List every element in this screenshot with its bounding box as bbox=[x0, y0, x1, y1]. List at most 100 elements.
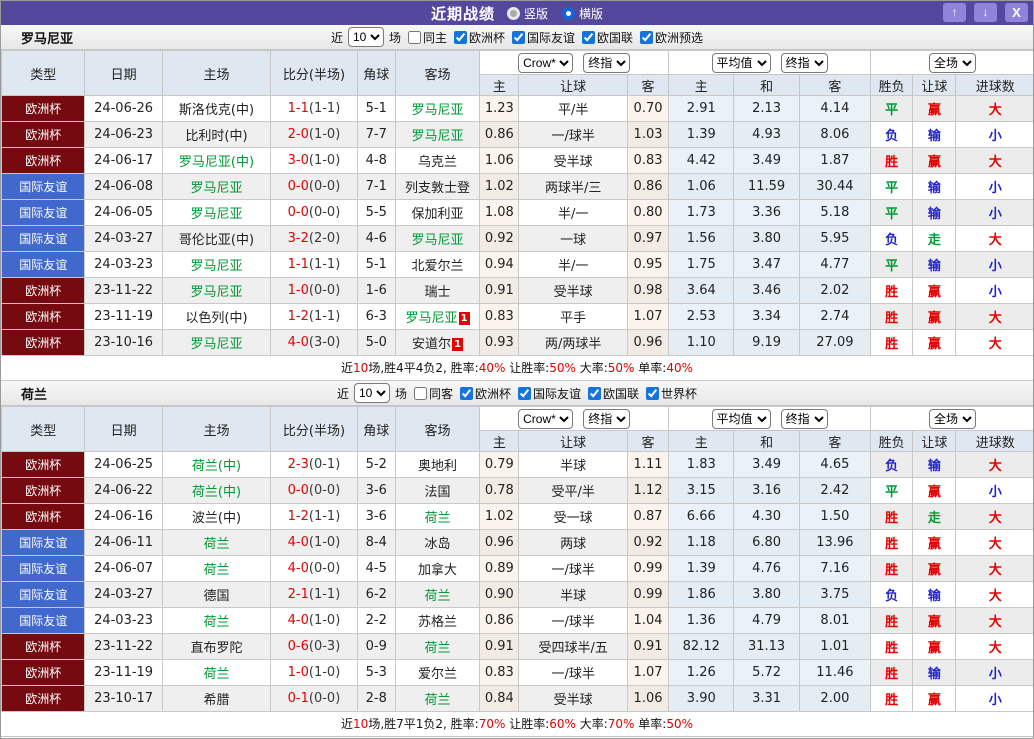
summary-text: 10 bbox=[353, 361, 369, 375]
league-option[interactable]: 欧国联 bbox=[578, 29, 633, 46]
title-bar: 近期战绩 竖版 横版 ↑ ↓ X bbox=[1, 1, 1033, 25]
avg-away-cell: 1.87 bbox=[798, 147, 872, 174]
score-cell: 4-0(0-0) bbox=[270, 555, 358, 582]
scope-select[interactable]: 全场 bbox=[929, 408, 977, 429]
league-option[interactable]: 国际友谊 bbox=[508, 29, 575, 46]
average-time-select[interactable]: 终指 bbox=[780, 52, 828, 73]
league-checkbox[interactable] bbox=[512, 30, 525, 44]
league-cell: 欧洲杯 bbox=[1, 147, 86, 174]
league-checkbox[interactable] bbox=[518, 386, 531, 400]
home-odds-cell: 0.96 bbox=[479, 529, 520, 556]
avg-draw-cell: 6.80 bbox=[733, 529, 800, 556]
handicap-cell: 受四球半/五 bbox=[518, 633, 628, 660]
same-venue-checkbox[interactable] bbox=[407, 30, 421, 44]
match-count-select[interactable]: 10 bbox=[353, 383, 390, 403]
league-label: 欧洲杯 bbox=[468, 30, 505, 45]
result-cell: 胜 bbox=[870, 633, 914, 660]
avg-home-cell: 3.64 bbox=[668, 277, 735, 304]
league-cell: 欧洲杯 bbox=[1, 685, 86, 712]
avg-draw-cell: 9.19 bbox=[733, 329, 800, 356]
league-cell: 国际友谊 bbox=[1, 581, 86, 608]
handicap-result-cell: 赢 bbox=[912, 633, 957, 660]
score-cell: 4-0(3-0) bbox=[270, 329, 358, 356]
scope-select[interactable]: 全场 bbox=[929, 52, 977, 73]
date-cell: 24-06-23 bbox=[84, 121, 163, 148]
match-count-select[interactable]: 10 bbox=[347, 27, 384, 47]
avg-home-cell: 1.10 bbox=[668, 329, 735, 356]
league-option[interactable]: 欧洲预选 bbox=[636, 29, 703, 46]
avg-draw-cell: 3.36 bbox=[733, 199, 800, 226]
home-odds-cell: 0.79 bbox=[479, 451, 520, 478]
average-time-select[interactable]: 终指 bbox=[780, 408, 828, 429]
league-checkbox[interactable] bbox=[646, 386, 660, 400]
home-odds-cell: 0.91 bbox=[479, 277, 520, 304]
summary-text: 40% bbox=[666, 361, 693, 375]
avg-away-cell: 30.44 bbox=[798, 173, 872, 200]
bookmaker-select[interactable]: Crow* bbox=[518, 408, 574, 429]
match-row: 欧洲杯 24-06-23 比利时(中) 2-0(1-0) 7-7 罗马尼亚 0.86 一/球半… bbox=[1, 121, 1033, 148]
league-label: 国际友谊 bbox=[533, 386, 582, 401]
league-checkbox[interactable] bbox=[640, 30, 654, 44]
avg-home-cell: 1.39 bbox=[668, 555, 735, 582]
col-goals: 进球数 bbox=[955, 74, 1033, 96]
league-checkbox[interactable] bbox=[459, 386, 473, 400]
score-cell: 1-1(1-1) bbox=[270, 95, 358, 122]
league-option[interactable]: 欧洲杯 bbox=[450, 29, 505, 46]
goals-result-cell: 大 bbox=[955, 95, 1033, 122]
same-venue-option[interactable]: 同主 bbox=[404, 29, 447, 46]
avg-draw-cell: 3.46 bbox=[733, 277, 800, 304]
away-odds-cell: 1.04 bbox=[626, 607, 670, 634]
league-checkbox[interactable] bbox=[582, 30, 596, 44]
bookmaker-select[interactable]: Crow* bbox=[518, 52, 574, 73]
league-option[interactable]: 世界杯 bbox=[642, 385, 697, 402]
summary-text: 70% bbox=[478, 717, 506, 731]
league-cell: 国际友谊 bbox=[1, 173, 86, 200]
avg-away-cell: 2.02 bbox=[798, 277, 872, 304]
home-team-cell: 希腊 bbox=[161, 685, 272, 712]
score-cell: 1-0(1-0) bbox=[270, 659, 358, 686]
avg-draw-cell: 4.93 bbox=[733, 121, 800, 148]
league-option[interactable]: 国际友谊 bbox=[514, 385, 581, 402]
away-odds-cell: 1.07 bbox=[626, 659, 670, 686]
radio-horizontal-layout[interactable]: 横版 bbox=[562, 5, 603, 22]
radio-vertical-layout[interactable]: 竖版 bbox=[506, 5, 548, 22]
odds-time-select[interactable]: 终指 bbox=[583, 52, 631, 73]
home-team-cell: 罗马尼亚 bbox=[161, 329, 272, 356]
close-button[interactable]: X bbox=[1005, 3, 1028, 22]
col-home: 主场 bbox=[161, 50, 272, 96]
same-venue-option[interactable]: 同客 bbox=[410, 385, 453, 402]
down-arrow-button[interactable]: ↓ bbox=[974, 3, 997, 22]
home-team-cell: 罗马尼亚 bbox=[161, 277, 272, 304]
league-cell: 国际友谊 bbox=[1, 555, 86, 582]
goals-result-cell: 小 bbox=[955, 121, 1033, 148]
average-select[interactable]: 平均值 bbox=[711, 52, 771, 73]
home-odds-cell: 1.23 bbox=[479, 95, 520, 122]
summary-text: 10 bbox=[353, 717, 369, 731]
home-odds-cell: 0.90 bbox=[479, 581, 520, 608]
average-select[interactable]: 平均值 bbox=[711, 408, 771, 429]
same-venue-checkbox[interactable] bbox=[413, 386, 427, 400]
league-option[interactable]: 欧洲杯 bbox=[456, 385, 511, 402]
odds-time-select[interactable]: 终指 bbox=[583, 408, 631, 429]
match-row: 欧洲杯 23-11-19 以色列(中) 1-2(1-1) 6-3 罗马尼亚 1 0.83 平手 1… bbox=[1, 303, 1033, 330]
score-cell: 1-1(1-1) bbox=[270, 251, 358, 278]
team-section-bar: 荷兰 近 10 场 同客 欧洲杯 国际友谊 欧国联 世界杯 bbox=[1, 381, 1033, 406]
home-odds-cell: 0.84 bbox=[479, 685, 520, 712]
result-cell: 胜 bbox=[870, 607, 914, 634]
league-cell: 欧洲杯 bbox=[1, 659, 86, 686]
same-venue-label: 同客 bbox=[428, 386, 453, 401]
col-handicap: 让球 bbox=[518, 430, 628, 452]
league-checkbox[interactable] bbox=[588, 386, 602, 400]
avg-home-cell: 2.91 bbox=[668, 95, 735, 122]
away-odds-cell: 0.95 bbox=[626, 251, 670, 278]
summary-text: 50% bbox=[549, 361, 576, 375]
goals-result-cell: 小 bbox=[955, 277, 1033, 304]
col-goals: 进球数 bbox=[955, 430, 1033, 452]
league-checkbox[interactable] bbox=[453, 30, 467, 44]
col-result: 胜负 bbox=[870, 74, 914, 96]
league-option[interactable]: 欧国联 bbox=[584, 385, 639, 402]
radio-circle-icon[interactable] bbox=[506, 6, 520, 20]
date-cell: 23-10-17 bbox=[84, 685, 163, 712]
up-arrow-button[interactable]: ↑ bbox=[943, 3, 966, 22]
radio-circle-selected-icon[interactable] bbox=[562, 6, 575, 20]
